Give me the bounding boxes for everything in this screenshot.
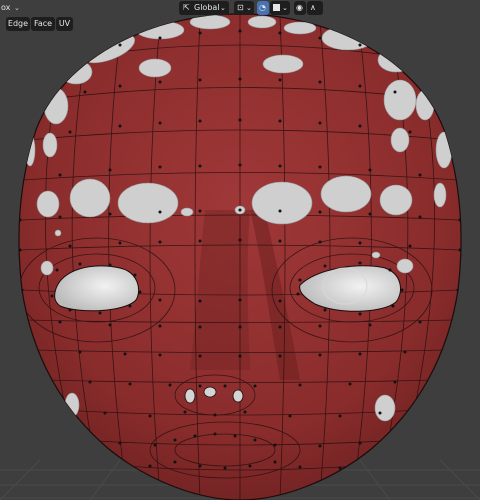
chevron-down-icon: ⌄: [246, 4, 252, 12]
orientation-icon: ⇱: [183, 3, 190, 12]
proportional-icon: ◉: [296, 3, 303, 12]
transform-orientation-dropdown[interactable]: ⇱ Global ⌄: [179, 1, 229, 15]
proportional-editing-toggle[interactable]: ◉: [294, 1, 306, 15]
viewport-scene[interactable]: [0, 0, 480, 500]
snap-target-icon: [273, 4, 280, 11]
chevron-down-icon: ⌄: [282, 4, 288, 12]
select-mode-edge[interactable]: Edge: [6, 17, 30, 31]
select-mode-edge-label: Edge: [7, 19, 29, 28]
falloff-dropdown[interactable]: ∧: [307, 1, 323, 15]
chevron-down-icon[interactable]: ⌄: [14, 1, 20, 15]
pivot-point-dropdown[interactable]: ⊡ ⌄: [234, 1, 254, 15]
transform-orientation-label: Global: [194, 3, 220, 12]
pivot-icon: ⊡: [237, 3, 244, 12]
select-mode-face-label: Face: [33, 19, 53, 28]
select-mode-face[interactable]: Face: [31, 17, 55, 31]
chevron-down-icon: ⌄: [220, 4, 226, 12]
3d-viewport[interactable]: ox ⌄ ⇱ Global ⌄ ⊡ ⌄ ◔ ⌄ ◉ ∧ Edge Face UV: [0, 0, 480, 500]
snap-toggle[interactable]: ◔: [257, 1, 269, 15]
snap-icon: ◔: [259, 3, 266, 12]
viewport-header: ox ⌄ ⇱ Global ⌄ ⊡ ⌄ ◔ ⌄ ◉ ∧ Edge Face UV: [0, 0, 480, 32]
falloff-icon: ∧: [310, 3, 316, 12]
select-mode-uv-label: UV: [58, 19, 71, 28]
snap-target-dropdown[interactable]: ⌄: [270, 1, 290, 15]
select-mode-uv[interactable]: UV: [56, 17, 73, 31]
head-mesh[interactable]: [18, 13, 462, 500]
mode-dropdown-fragment[interactable]: ox: [1, 1, 10, 15]
